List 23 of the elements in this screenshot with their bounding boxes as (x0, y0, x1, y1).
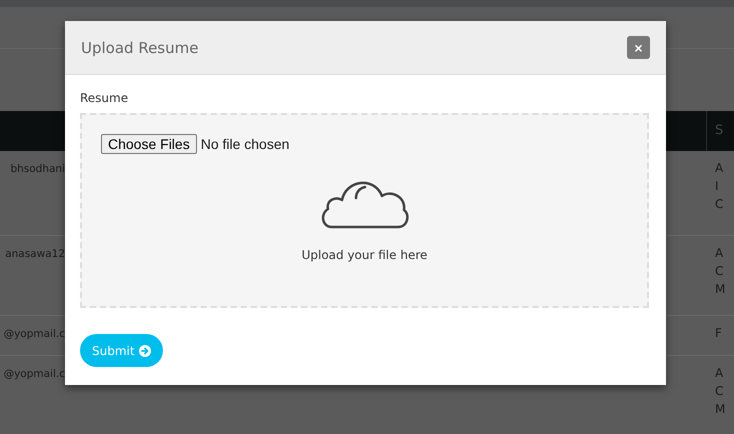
close-button[interactable]: × (627, 36, 650, 59)
table-cell-text: M (715, 402, 726, 417)
table-cell-text: C (715, 384, 724, 399)
table-cell-text: I (715, 179, 720, 194)
table-cell-text: bhsodhani (9, 163, 65, 175)
column-header: S (715, 123, 724, 138)
choose-files-button[interactable]: Choose Files (101, 134, 197, 154)
table-cell-text: @yopmail.c (2, 328, 65, 340)
table-cell-text: A (715, 161, 724, 176)
table-cell-text: A (715, 366, 724, 381)
table-cell-text: A (715, 246, 724, 261)
table-cell-text: M (715, 282, 726, 297)
drop-zone[interactable]: Choose Files No file chosen Upload your file here (80, 113, 649, 308)
file-status: No file chosen (200, 136, 290, 152)
drop-hint: Upload your file here (302, 248, 428, 262)
table-cell-text: anasawa12 (4, 248, 65, 260)
table-cell-text: F (715, 326, 723, 341)
arrow-circle-icon (138, 344, 151, 356)
dialog-title: Upload Resume (81, 38, 198, 56)
field-label: Resume (80, 91, 128, 105)
table-cell-text: C (715, 264, 724, 279)
table-cell-text: @yopmail.c (2, 368, 65, 380)
table-cell-text: C (715, 197, 724, 212)
